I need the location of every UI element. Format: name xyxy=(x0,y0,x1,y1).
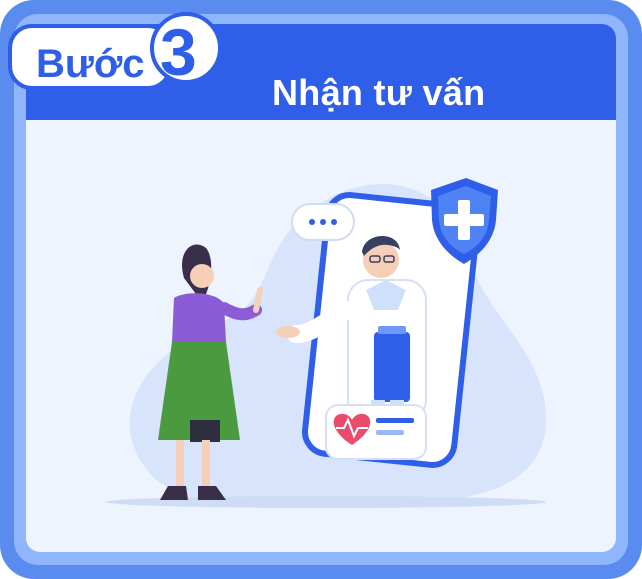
step-word: Bước xyxy=(36,42,145,86)
step-badge: Bước 3 xyxy=(8,10,220,90)
clipboard-icon xyxy=(374,332,410,402)
step-title: Nhận tư vấn xyxy=(272,72,486,113)
chat-bubble-icon xyxy=(291,203,355,241)
illustration xyxy=(106,178,546,508)
health-card xyxy=(325,404,427,460)
step-number: 3 xyxy=(160,15,197,89)
card-panel: Nhận tư vấn xyxy=(26,24,616,552)
